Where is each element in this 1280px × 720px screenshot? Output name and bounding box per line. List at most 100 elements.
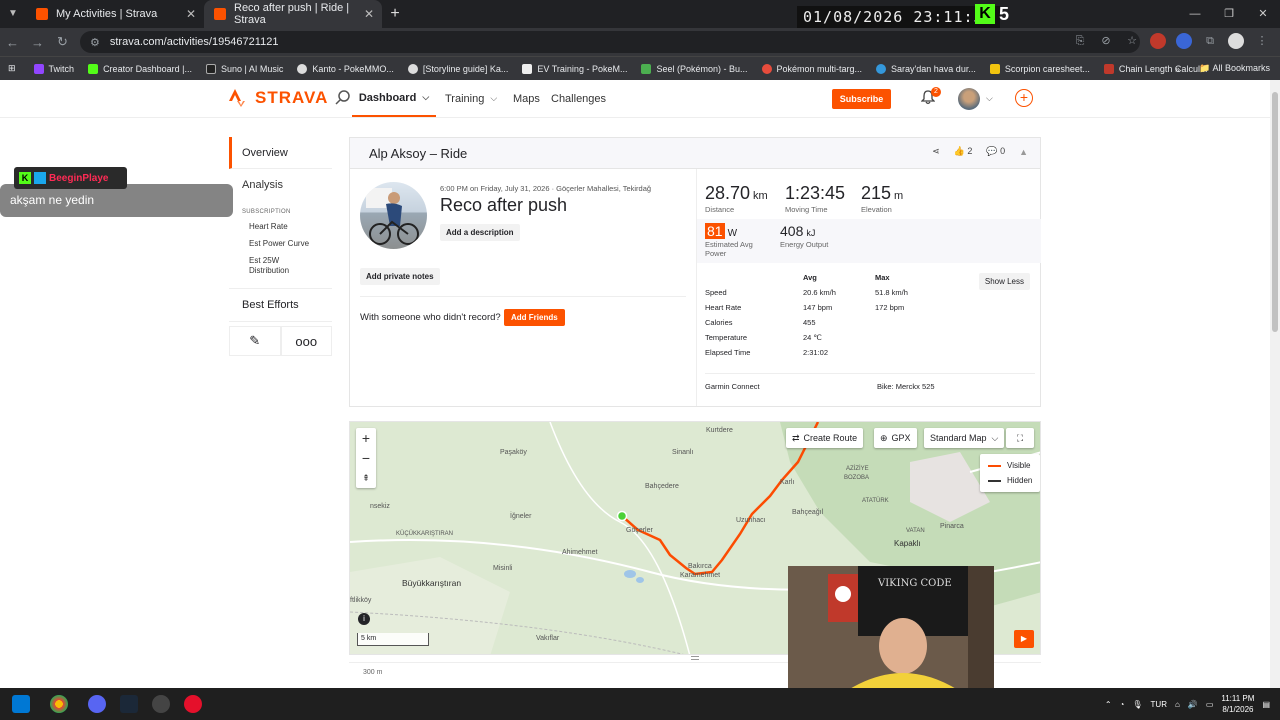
bookmark-item[interactable]: [Storyline guide] Ka... (407, 63, 508, 74)
nav-training[interactable]: Training ⌵ (445, 80, 497, 117)
activity-stats: 28.70 km Distance 1:23:45 Moving Time 215… (696, 169, 1041, 406)
add-description-button[interactable]: Add a description (440, 224, 520, 241)
tab-close-icon[interactable]: ✕ (364, 7, 374, 21)
zoom-out-button[interactable]: − (356, 448, 376, 468)
sidebar-item-est-25w-distribution[interactable]: Est 25W Distribution (229, 253, 299, 280)
app-red-icon[interactable] (184, 695, 202, 713)
svg-text:VATAN: VATAN (906, 528, 925, 534)
bookmark-item[interactable]: Scorpion caresheet... (989, 63, 1090, 74)
url-bar[interactable]: ⚙ strava.com/activities/19546721121 (80, 31, 1140, 53)
notifications-icon[interactable]: ▤ (1262, 700, 1270, 709)
sidebar-item-heart-rate[interactable]: Heart Rate (229, 219, 332, 236)
battery-icon[interactable]: ▭ (1206, 700, 1214, 709)
athlete-avatar[interactable] (360, 182, 427, 249)
bookmark-item[interactable]: Kanto - PokeMMO... (297, 63, 394, 74)
tab-search-icon[interactable]: ▼ (0, 0, 26, 28)
strava-logo[interactable]: STRAVA (229, 88, 328, 108)
nav-dashboard[interactable]: Dashboard ⌵ (352, 80, 436, 117)
zoom-in-button[interactable]: + (356, 428, 376, 448)
extension-red-icon[interactable] (1150, 33, 1166, 49)
map-type-select[interactable]: Standard Map ⌵ (924, 428, 1005, 448)
show-less-button[interactable]: Show Less (978, 273, 1030, 290)
fullscreen-icon[interactable]: ⛶ (1006, 428, 1034, 448)
bookmark-item[interactable]: EV Training - PokeM... (522, 63, 627, 74)
svg-text:İğneler: İğneler (510, 511, 532, 520)
browser-tab-reco-after-push[interactable]: Reco after push | Ride | Strava ✕ (204, 0, 382, 28)
bookmark-item[interactable]: Pokémon multi-targ... (761, 63, 862, 74)
volume-icon[interactable]: 🔊 (1188, 700, 1198, 709)
notifications-bell-icon[interactable]: 2 (920, 87, 941, 108)
windows-start-icon[interactable] (12, 695, 30, 713)
create-route-button[interactable]: ⇄ Create Route (786, 428, 864, 448)
back-arrow-icon[interactable]: ← (0, 35, 25, 50)
profile-avatar-icon[interactable] (1228, 33, 1244, 49)
star-bookmark-icon[interactable]: ☆ (1124, 33, 1140, 49)
sidebar-item-overview[interactable]: Overview (229, 137, 332, 169)
reload-icon[interactable]: ↻ (50, 34, 75, 50)
download-icon: ⊕ (880, 432, 888, 443)
bookmark-item[interactable]: Seel (Pokémon) - Bu... (641, 63, 748, 74)
resize-handle[interactable] (691, 656, 699, 660)
collapse-caret-icon[interactable]: ▲ (1019, 147, 1028, 157)
steam-icon[interactable] (120, 695, 138, 713)
svg-text:Ahimehmet: Ahimehmet (562, 549, 597, 556)
subscribe-button[interactable]: Subscribe (832, 89, 891, 109)
keyboard-language[interactable]: TUR (1151, 700, 1167, 709)
search-icon[interactable] (335, 89, 351, 105)
edit-pencil-icon[interactable]: ✎ (229, 326, 281, 356)
network-icon[interactable]: ⌂ (1175, 700, 1180, 709)
play-flyover-icon[interactable]: ▶ (1014, 630, 1034, 648)
table-row: Temperature 24 ℃ (705, 333, 822, 342)
all-bookmarks[interactable]: 📁 All Bookmarks (1199, 63, 1270, 74)
avatar[interactable] (958, 88, 980, 110)
minimize-icon[interactable]: — (1178, 0, 1212, 28)
extensions-puzzle-icon[interactable]: ⧉ (1202, 33, 1218, 49)
bike-name[interactable]: Bike: Merckx 525 (877, 382, 935, 391)
comments-button[interactable]: 💬 0 (986, 146, 1005, 157)
kudos-button[interactable]: 👍 2 (954, 146, 973, 157)
close-window-icon[interactable]: ✕ (1246, 0, 1280, 28)
bookmark-item[interactable]: Creator Dashboard |... (88, 63, 192, 74)
divider (360, 296, 686, 297)
tab-close-icon[interactable]: ✕ (186, 7, 196, 21)
bookmarks-overflow-icon[interactable]: » (1175, 64, 1180, 74)
forward-arrow-icon[interactable]: → (25, 35, 50, 50)
webcam-overlay: VIKING CODE (788, 566, 994, 690)
obs-icon[interactable] (152, 695, 170, 713)
nav-maps[interactable]: Maps (513, 80, 540, 117)
new-tab-plus-icon[interactable]: + (382, 0, 408, 28)
compass-icon[interactable]: ⇞ (356, 468, 376, 488)
discord-icon[interactable] (88, 695, 106, 713)
page-scrollbar[interactable] (1270, 80, 1280, 688)
nav-challenges[interactable]: Challenges (551, 80, 606, 117)
add-friends-button[interactable]: Add Friends (504, 309, 565, 326)
extension-blue-icon[interactable] (1176, 33, 1192, 49)
wifi-icon[interactable]: ◔ (1120, 700, 1125, 709)
site-info-icon[interactable]: ⚙ (90, 36, 100, 49)
menu-kebab-icon[interactable]: ⋮ (1254, 33, 1270, 49)
eye-off-icon[interactable]: ⊘ (1098, 33, 1114, 49)
chrome-icon[interactable] (50, 695, 68, 713)
sidebar-item-analysis[interactable]: Analysis (229, 169, 332, 201)
scrollbar-thumb[interactable] (1272, 92, 1278, 332)
taskbar-clock[interactable]: 11:11 PM 8/1/2026 (1221, 693, 1254, 715)
share-icon[interactable]: ⋖ (932, 146, 940, 157)
chevron-down-icon[interactable]: ⌵ (986, 93, 993, 104)
bookmark-item[interactable]: Chain Length Calcul... (1103, 63, 1207, 74)
install-icon[interactable]: ⎘ (1072, 33, 1088, 49)
bookmark-item[interactable]: Twitch (33, 63, 74, 74)
browser-tab-my-activities[interactable]: My Activities | Strava ✕ (26, 0, 204, 28)
sidebar-item-best-efforts[interactable]: Best Efforts (229, 288, 332, 322)
restore-icon[interactable]: ❐ (1212, 0, 1246, 28)
apps-grid-icon[interactable]: ⊞ (8, 63, 16, 74)
bookmark-item[interactable]: Suno | AI Music (205, 63, 283, 74)
microphone-icon[interactable]: 🎙 (1132, 700, 1142, 709)
info-icon[interactable]: i (358, 613, 370, 625)
more-options-icon[interactable]: ooo (280, 326, 332, 356)
gpx-button[interactable]: ⊕ GPX (874, 428, 917, 448)
tray-icon[interactable]: ⌃ (1105, 700, 1112, 709)
add-activity-plus-icon[interactable]: + (1015, 89, 1033, 107)
bookmark-item[interactable]: Saray'dan hava dur... (876, 63, 976, 74)
sidebar-item-est-power-curve[interactable]: Est Power Curve (229, 236, 332, 253)
add-private-notes-button[interactable]: Add private notes (360, 268, 440, 285)
